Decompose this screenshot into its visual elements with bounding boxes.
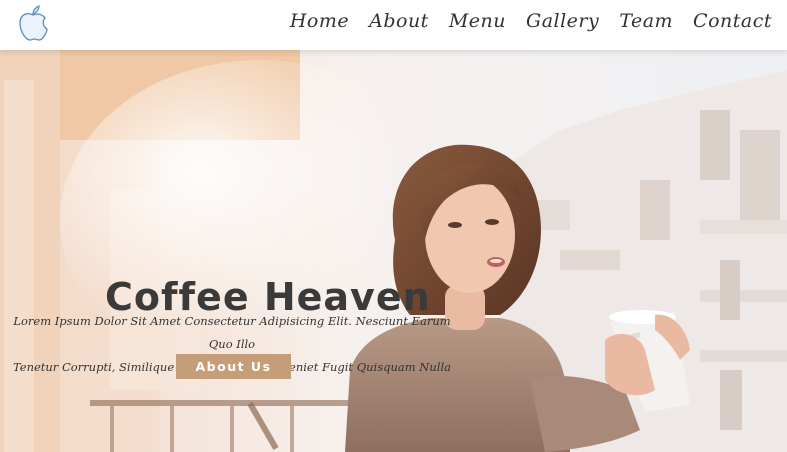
navbar: Home About Menu Gallery Team Contact bbox=[0, 0, 787, 50]
nav-team-link[interactable]: Team bbox=[619, 10, 673, 32]
about-us-button[interactable]: About Us bbox=[176, 354, 291, 379]
nav-about-link[interactable]: About bbox=[369, 10, 429, 32]
hero-section: Coffee Heaven Lorem Ipsum Dolor Sit Amet… bbox=[0, 50, 787, 452]
nav-menu-link[interactable]: Menu bbox=[449, 10, 506, 32]
nav-gallery-link[interactable]: Gallery bbox=[526, 10, 599, 32]
nav-home-link[interactable]: Home bbox=[290, 10, 349, 32]
apple-logo-icon[interactable] bbox=[16, 3, 50, 43]
nav-menu: Home About Menu Gallery Team Contact bbox=[290, 10, 772, 32]
hero-background-photo bbox=[0, 50, 787, 452]
nav-contact-link[interactable]: Contact bbox=[693, 10, 772, 32]
hero-description-line-1: Lorem Ipsum Dolor Sit Amet Consectetur A… bbox=[13, 313, 451, 351]
